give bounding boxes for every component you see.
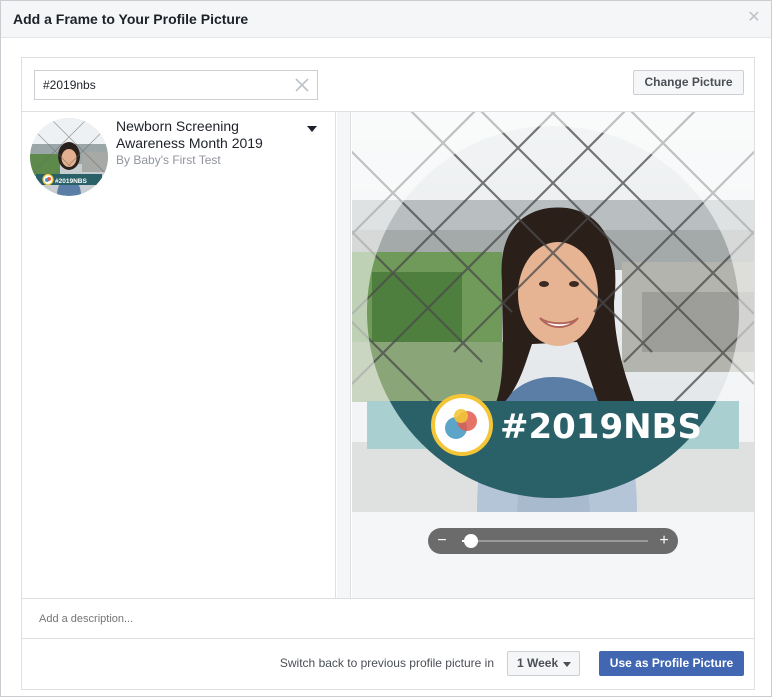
thumb-badge-text: #2019NBS [55,178,87,185]
frame-title: Newborn Screening Awareness Month 2019 [116,118,263,151]
dialog-title: Add a Frame to Your Profile Picture [13,11,249,27]
frame-preview[interactable]: #2019NBS [352,112,754,512]
frame-editor-panel: Change Picture [21,57,755,690]
close-icon[interactable]: ✕ [746,9,762,27]
preview-overlay-text: #2019NBS [500,407,702,447]
dialog-footer: Switch back to previous profile picture … [22,639,754,689]
zoom-slider[interactable]: − + [428,528,678,554]
zoom-in-icon[interactable]: + [657,530,671,552]
frame-author: By Baby's First Test [116,153,221,167]
zoom-out-icon[interactable]: − [435,530,449,552]
preview-image: #2019NBS [352,112,754,512]
search-input[interactable] [35,71,285,99]
frame-thumbnail-image: #2019NBS [30,118,108,196]
frame-list-item[interactable]: #2019NBS Newborn Screening Awareness Mon… [22,112,335,202]
search-box [34,70,318,100]
description-row [22,598,754,639]
frame-dialog: Add a Frame to Your Profile Picture ✕ Ch… [0,0,772,697]
frame-thumbnail: #2019NBS [30,118,108,196]
dialog-header: Add a Frame to Your Profile Picture ✕ [1,1,771,38]
switch-back-label: Switch back to previous profile picture … [279,656,494,670]
duration-value: 1 Week [517,656,559,670]
duration-dropdown[interactable]: 1 Week [507,651,580,676]
caret-down-icon[interactable] [305,124,319,134]
change-picture-button[interactable]: Change Picture [633,70,744,95]
clear-x-icon[interactable] [293,76,311,94]
column-divider [337,112,351,598]
chevron-down-icon [563,662,571,667]
zoom-knob[interactable] [464,534,479,548]
zoom-track[interactable] [462,534,648,548]
frame-list: #2019NBS Newborn Screening Awareness Mon… [22,112,336,598]
zoom-area: − + [352,512,754,598]
description-input[interactable] [39,609,729,629]
use-as-profile-picture-button[interactable]: Use as Profile Picture [599,651,744,676]
toolbar: Change Picture [22,58,754,112]
